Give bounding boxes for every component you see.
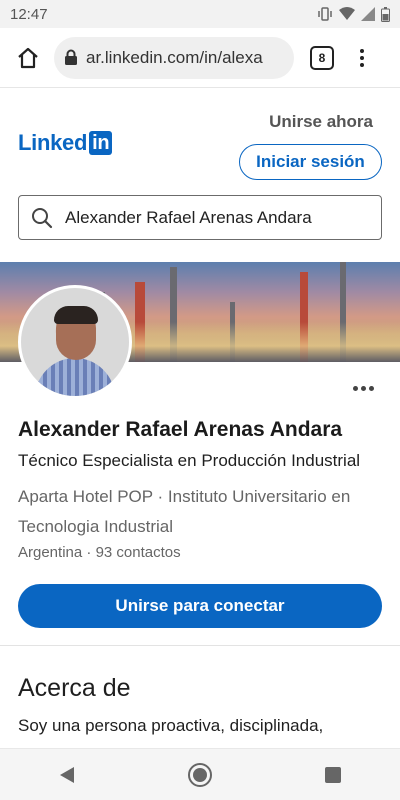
url-bar[interactable]: ar.linkedin.com/in/alexa: [54, 36, 294, 79]
avatar[interactable]: [18, 285, 132, 399]
vibrate-icon: [317, 7, 333, 21]
profile-location: Argentina: [18, 544, 83, 561]
overflow-menu-button[interactable]: [352, 48, 372, 67]
dot-icon: [361, 386, 366, 391]
avatar-hair: [54, 306, 98, 324]
profile-headline: Técnico Especialista en Producción Indus…: [18, 451, 361, 470]
recents-button[interactable]: [313, 755, 353, 795]
tabs-button[interactable]: 8: [310, 45, 334, 70]
sign-in-button[interactable]: Iniciar sesión: [239, 144, 382, 180]
join-now-link[interactable]: Unirse ahora: [269, 112, 373, 132]
profile-name: Alexander Rafael Arenas Andara: [18, 418, 343, 441]
logo-text: Linked: [18, 130, 88, 155]
linkedin-header: Linked in Unirse ahora Iniciar sesión: [0, 90, 400, 190]
search-input[interactable]: Alexander Rafael Arenas Andara: [18, 195, 382, 240]
logo-in-box: in: [89, 131, 113, 155]
browser-toolbar: ar.linkedin.com/in/alexa 8: [0, 28, 400, 88]
home-button[interactable]: [10, 40, 46, 76]
dot-icon: [360, 55, 364, 60]
home-nav-button[interactable]: [180, 755, 220, 795]
profile-affiliations: Aparta Hotel POP · Instituto Universitar…: [18, 487, 351, 536]
search-value: Alexander Rafael Arenas Andara: [65, 207, 312, 227]
system-nav-bar: [0, 748, 400, 800]
dot-icon: [360, 62, 364, 67]
home-icon: [18, 47, 38, 68]
recents-icon: [325, 766, 342, 783]
home-circle-icon: [187, 762, 212, 787]
more-options-button[interactable]: [353, 386, 374, 391]
status-icons: [317, 6, 390, 22]
about-title: Acerca de: [18, 674, 131, 702]
profile-location-line: Argentina · 93 contactos: [18, 544, 181, 561]
about-text: Soy una persona proactiva, disciplinada,: [18, 716, 324, 735]
battery-icon: [381, 6, 390, 22]
divider: [0, 645, 400, 646]
wifi-icon: [339, 7, 355, 21]
status-time: 12:47: [10, 5, 48, 23]
lock-icon: [65, 49, 77, 65]
dot-icon: [360, 48, 364, 53]
url-text: ar.linkedin.com/in/alexa: [86, 47, 263, 67]
back-icon: [59, 766, 74, 783]
profile-connections: 93 contactos: [95, 544, 181, 561]
signal-icon: [361, 7, 375, 21]
back-button[interactable]: [47, 755, 87, 795]
search-icon: [32, 207, 53, 228]
avatar-shirt: [35, 358, 115, 396]
separator: ·: [86, 544, 96, 561]
status-bar: 12:47: [0, 0, 400, 28]
dot-icon: [369, 386, 374, 391]
dot-icon: [353, 386, 358, 391]
connect-button[interactable]: Unirse para conectar: [18, 584, 382, 628]
linkedin-logo[interactable]: Linked in: [18, 130, 113, 156]
